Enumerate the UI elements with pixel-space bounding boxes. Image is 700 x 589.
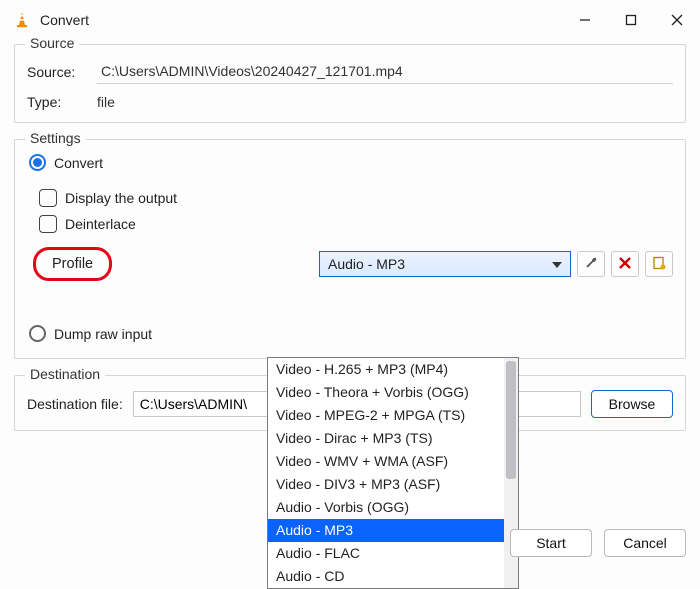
x-icon bbox=[618, 256, 632, 273]
profile-option[interactable]: Audio - MP3 bbox=[268, 519, 518, 542]
profile-option[interactable]: Video - Dirac + MP3 (TS) bbox=[268, 427, 518, 450]
profile-option[interactable]: Audio - FLAC bbox=[268, 542, 518, 565]
type-label: Type: bbox=[27, 94, 87, 110]
convert-radio-label: Convert bbox=[54, 155, 103, 171]
settings-group: Settings Convert Display the output Dein… bbox=[14, 139, 686, 359]
profile-option[interactable]: Video - MPEG-2 + MPGA (TS) bbox=[268, 404, 518, 427]
minimize-button[interactable] bbox=[562, 0, 608, 40]
destination-group-label: Destination bbox=[25, 366, 105, 382]
dropdown-scroll-thumb[interactable] bbox=[506, 361, 516, 479]
window-title: Convert bbox=[40, 12, 562, 28]
delete-profile-button[interactable] bbox=[611, 251, 639, 277]
source-group: Source Source: Type: file bbox=[14, 44, 686, 123]
profile-option[interactable]: Video - H.265 + MP3 (MP4) bbox=[268, 358, 518, 381]
deinterlace-checkbox[interactable] bbox=[39, 215, 57, 233]
deinterlace-label: Deinterlace bbox=[65, 216, 136, 232]
cancel-button[interactable]: Cancel bbox=[604, 529, 686, 557]
display-output-label: Display the output bbox=[65, 190, 177, 206]
type-value: file bbox=[97, 94, 115, 110]
titlebar: Convert bbox=[0, 0, 700, 40]
profile-option[interactable]: Video - DIV3 + MP3 (ASF) bbox=[268, 473, 518, 496]
maximize-button[interactable] bbox=[608, 0, 654, 40]
profile-option[interactable]: Video - Theora + Vorbis (OGG) bbox=[268, 381, 518, 404]
new-profile-button[interactable] bbox=[645, 251, 673, 277]
close-button[interactable] bbox=[654, 0, 700, 40]
dump-raw-label: Dump raw input bbox=[54, 326, 152, 342]
browse-button[interactable]: Browse bbox=[591, 390, 673, 418]
new-doc-icon bbox=[652, 256, 666, 273]
profile-combobox[interactable]: Audio - MP3 bbox=[319, 251, 571, 277]
start-button[interactable]: Start bbox=[510, 529, 592, 557]
dump-raw-radio[interactable] bbox=[29, 325, 46, 342]
profile-option[interactable]: Audio - Vorbis (OGG) bbox=[268, 496, 518, 519]
profile-option[interactable]: Audio - CD bbox=[268, 565, 518, 588]
settings-group-label: Settings bbox=[25, 130, 86, 146]
edit-profile-button[interactable] bbox=[577, 251, 605, 277]
profile-label: Profile bbox=[33, 247, 112, 281]
source-label: Source: bbox=[27, 64, 87, 80]
vlc-cone-icon bbox=[12, 11, 32, 29]
convert-radio[interactable] bbox=[29, 154, 46, 171]
destination-file-label: Destination file: bbox=[27, 396, 123, 412]
wrench-icon bbox=[583, 255, 599, 274]
profile-option[interactable]: Video - WMV + WMA (ASF) bbox=[268, 450, 518, 473]
display-output-checkbox[interactable] bbox=[39, 189, 57, 207]
source-group-label: Source bbox=[25, 35, 79, 51]
profile-dropdown-list[interactable]: Video - H.265 + MP3 (MP4)Video - Theora … bbox=[267, 357, 519, 589]
source-path-field[interactable] bbox=[97, 59, 673, 84]
